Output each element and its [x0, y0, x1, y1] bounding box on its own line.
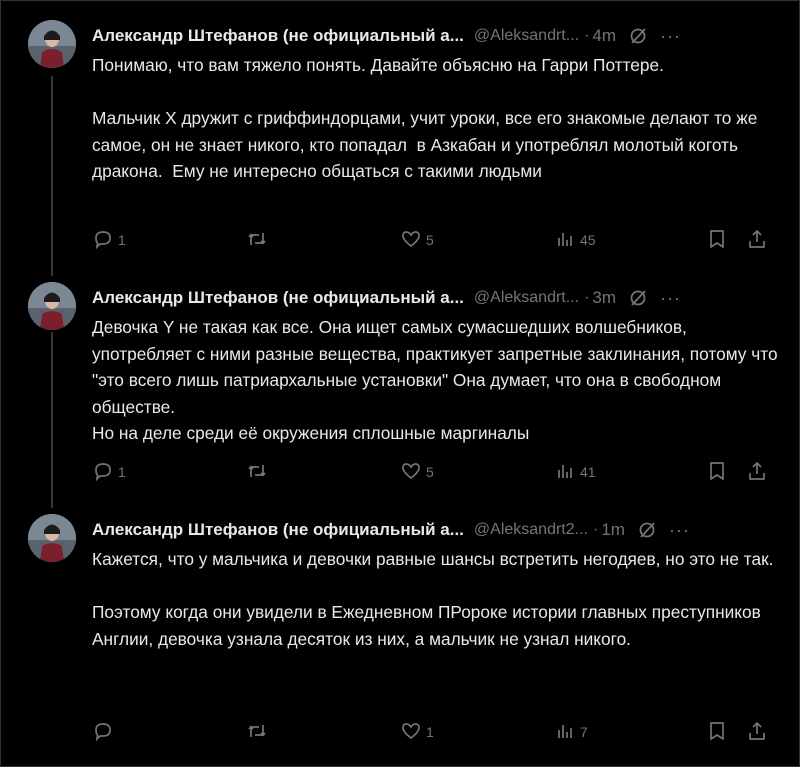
avatar[interactable]	[28, 514, 76, 562]
grok-icon[interactable]	[628, 26, 648, 46]
reply-count: 1	[118, 464, 126, 480]
repost-button[interactable]	[246, 228, 272, 250]
reply-icon	[95, 723, 111, 742]
share-button[interactable]	[746, 228, 772, 250]
more-icon[interactable]: ···	[660, 288, 681, 309]
grok-icon[interactable]	[637, 520, 657, 540]
share-icon	[749, 462, 765, 480]
more-icon[interactable]: ···	[660, 26, 681, 47]
reply-icon	[95, 463, 111, 482]
more-icon[interactable]: ···	[669, 520, 690, 541]
tweet-text: Девочка Y не такая как все. Она ищет сам…	[92, 317, 778, 443]
timestamp[interactable]: 1m	[601, 520, 625, 540]
bookmark-icon	[710, 462, 724, 480]
like-icon	[402, 231, 420, 248]
author-name[interactable]: Александр Штефанов (не официальный а...	[92, 520, 464, 540]
thread-line	[51, 76, 53, 276]
bookmark-button[interactable]	[706, 720, 732, 742]
tweet-actions: 1 5 45	[92, 228, 782, 250]
timestamp[interactable]: 4m	[592, 26, 616, 46]
author-handle[interactable]: @Aleksandrt...	[474, 27, 579, 45]
like-count: 5	[426, 232, 434, 248]
thread-line	[51, 332, 53, 508]
timestamp[interactable]: 3m	[592, 288, 616, 308]
share-button[interactable]	[746, 720, 772, 742]
repost-icon	[248, 233, 266, 245]
reply-button[interactable]: 1	[92, 460, 126, 482]
views-button[interactable]: 45	[554, 228, 596, 250]
author-name[interactable]: Александр Штефанов (не официальный а...	[92, 26, 464, 46]
separator: ·	[584, 289, 590, 306]
reply-count: 1	[118, 232, 126, 248]
tweet-text: Кажется, что у мальчика и девочки равные…	[92, 549, 774, 649]
like-button[interactable]: 5	[400, 228, 434, 250]
share-icon	[749, 722, 765, 740]
views-button[interactable]: 7	[554, 720, 588, 742]
like-count: 5	[426, 464, 434, 480]
like-icon	[402, 723, 420, 740]
tweet-header: Александр Штефанов (не официальный а... …	[92, 24, 772, 48]
reply-icon	[95, 231, 111, 250]
repost-icon	[248, 725, 266, 737]
views-button[interactable]: 41	[554, 460, 596, 482]
tweet-actions: 1 5 41	[92, 460, 782, 482]
avatar[interactable]	[28, 282, 76, 330]
like-button[interactable]: 5	[400, 460, 434, 482]
author-handle[interactable]: @Aleksandrt2...	[474, 521, 588, 539]
repost-icon	[248, 465, 266, 477]
like-count: 1	[426, 724, 434, 740]
author-handle[interactable]: @Aleksandrt...	[474, 289, 579, 307]
views-icon	[558, 233, 572, 246]
views-icon	[558, 465, 572, 478]
reply-button[interactable]: 1	[92, 228, 126, 250]
tweet-header: Александр Штефанов (не официальный а... …	[92, 518, 772, 542]
bookmark-icon	[710, 230, 724, 248]
reply-button[interactable]	[92, 720, 118, 742]
views-count: 45	[580, 232, 596, 248]
views-icon	[558, 725, 572, 738]
like-button[interactable]: 1	[400, 720, 434, 742]
bookmark-button[interactable]	[706, 228, 732, 250]
author-name[interactable]: Александр Штефанов (не официальный а...	[92, 288, 464, 308]
separator: ·	[592, 521, 599, 538]
views-count: 41	[580, 464, 596, 480]
share-button[interactable]	[746, 460, 772, 482]
grok-icon[interactable]	[628, 288, 648, 308]
separator: ·	[584, 27, 590, 44]
repost-button[interactable]	[246, 720, 272, 742]
tweet-header: Александр Штефанов (не официальный а... …	[92, 286, 772, 310]
bookmark-button[interactable]	[706, 460, 732, 482]
like-icon	[402, 463, 420, 480]
tweet-actions: 1 7	[92, 720, 782, 742]
views-count: 7	[580, 724, 588, 740]
tweet-text: Понимаю, что вам тяжело понять. Давайте …	[92, 55, 758, 181]
avatar[interactable]	[28, 20, 76, 68]
repost-button[interactable]	[246, 460, 272, 482]
share-icon	[749, 230, 765, 248]
bookmark-icon	[710, 722, 724, 740]
